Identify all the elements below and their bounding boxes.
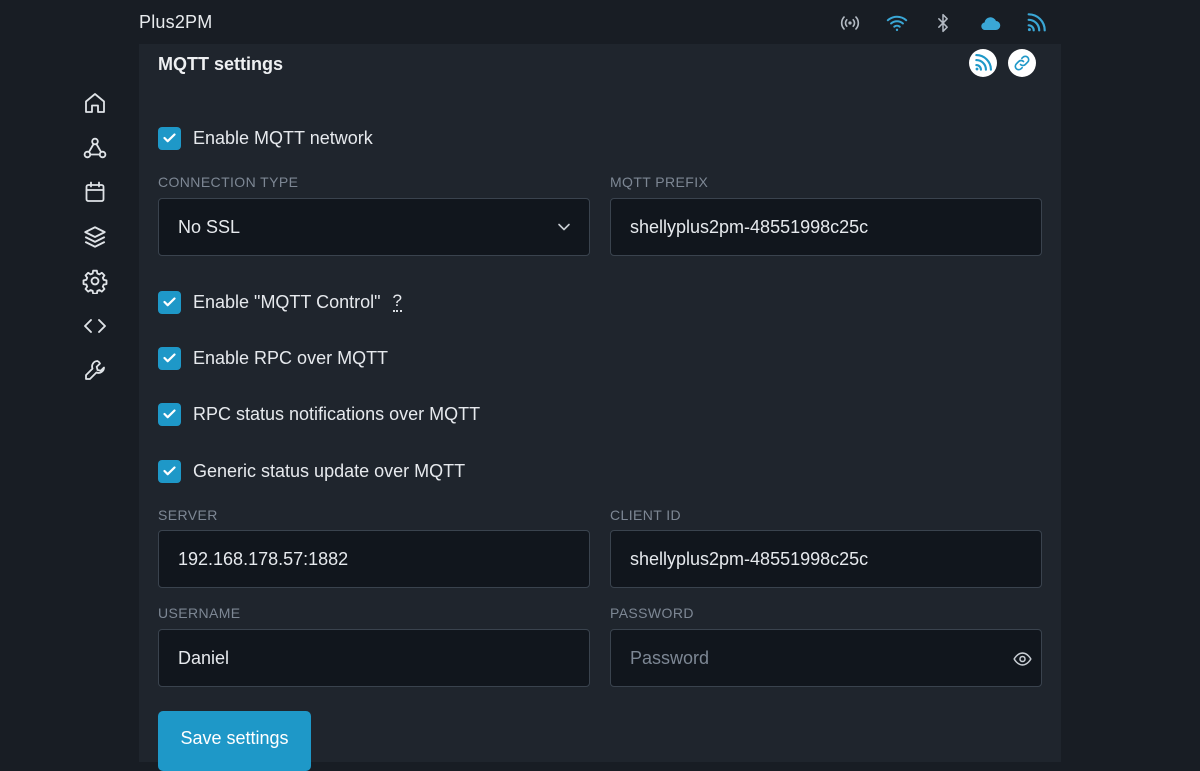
- gear-icon: [82, 269, 108, 294]
- enable-rpc-checkbox[interactable]: [158, 346, 181, 370]
- check-icon: [163, 353, 176, 363]
- sidebar-item-scenes[interactable]: [78, 220, 112, 254]
- bluetooth-icon[interactable]: [931, 11, 955, 35]
- rpc-notifications-row: RPC status notifications over MQTT: [158, 402, 480, 426]
- mqtt-rss-icon[interactable]: [1024, 11, 1048, 35]
- calendar-icon: [85, 181, 105, 202]
- enable-control-row: Enable "MQTT Control" ?: [158, 290, 402, 314]
- page-title: MQTT settings: [158, 54, 283, 74]
- connection-type-value: No SSL: [178, 216, 241, 237]
- enable-control-checkbox[interactable]: [158, 290, 181, 314]
- mqtt-control-help[interactable]: ?: [392, 292, 402, 312]
- enable-mqtt-label: Enable MQTT network: [193, 127, 373, 148]
- home-icon: [85, 93, 105, 113]
- cloud-icon[interactable]: [978, 11, 1002, 35]
- broadcast-icon[interactable]: [838, 11, 862, 35]
- server-label: SERVER: [158, 507, 218, 523]
- client-id-input[interactable]: [630, 548, 1041, 570]
- rpc-notifications-checkbox[interactable]: [158, 402, 181, 426]
- mqtt-prefix-field[interactable]: [610, 198, 1042, 256]
- check-icon: [163, 297, 176, 307]
- generic-status-row: Generic status update over MQTT: [158, 459, 465, 483]
- connection-type-label: CONNECTION TYPE: [158, 174, 299, 190]
- webhooks-icon: [83, 137, 107, 158]
- mqtt-rss-icon: [975, 54, 992, 71]
- sidebar-item-webhooks[interactable]: [78, 131, 112, 165]
- top-bar: Plus2PM: [0, 0, 1200, 44]
- mqtt-status-button[interactable]: [969, 49, 997, 77]
- docs-link-button[interactable]: [1008, 49, 1036, 77]
- rpc-notifications-label: RPC status notifications over MQTT: [193, 403, 481, 424]
- enable-control-label: Enable "MQTT Control": [193, 291, 381, 312]
- mqtt-settings-panel: MQTT settings Enable MQTT network CONNEC…: [139, 44, 1061, 771]
- code-icon: [84, 318, 106, 333]
- username-field[interactable]: [158, 629, 590, 687]
- sidebar-item-settings[interactable]: [78, 264, 112, 298]
- sidebar-item-tools[interactable]: [78, 353, 112, 387]
- server-field[interactable]: [158, 530, 590, 588]
- status-icons: [838, 11, 1048, 35]
- wifi-icon[interactable]: [885, 11, 909, 35]
- sidebar: [78, 86, 112, 398]
- enable-rpc-row: Enable RPC over MQTT: [158, 346, 388, 370]
- sidebar-item-schedules[interactable]: [78, 175, 112, 209]
- layers-icon: [84, 225, 106, 248]
- sidebar-item-scripts[interactable]: [78, 309, 112, 343]
- enable-rpc-label: Enable RPC over MQTT: [193, 347, 389, 368]
- password-label: PASSWORD: [610, 605, 694, 621]
- username-input[interactable]: [178, 647, 589, 669]
- enable-mqtt-checkbox[interactable]: [158, 126, 181, 150]
- password-field[interactable]: [610, 629, 1042, 687]
- app-title: Plus2PM: [139, 12, 213, 32]
- wrench-icon: [85, 360, 105, 380]
- chevron-down-icon: [558, 223, 570, 231]
- link-icon: [1014, 55, 1030, 71]
- save-settings-button[interactable]: Save settings: [158, 711, 311, 771]
- panel-actions: [969, 49, 1036, 77]
- eye-icon[interactable]: [1013, 651, 1032, 667]
- generic-status-label: Generic status update over MQTT: [193, 460, 466, 481]
- server-input[interactable]: [178, 548, 589, 570]
- mqtt-prefix-input[interactable]: [630, 216, 1041, 238]
- client-id-field[interactable]: [610, 530, 1042, 588]
- password-input[interactable]: [630, 647, 990, 669]
- check-icon: [163, 466, 176, 476]
- mqtt-prefix-label: MQTT PREFIX: [610, 174, 709, 190]
- check-icon: [163, 409, 176, 419]
- generic-status-checkbox[interactable]: [158, 459, 181, 483]
- username-label: USERNAME: [158, 605, 241, 621]
- sidebar-item-home[interactable]: [78, 86, 112, 120]
- connection-type-select[interactable]: No SSL: [158, 198, 590, 256]
- client-id-label: CLIENT ID: [610, 507, 682, 523]
- check-icon: [163, 133, 176, 143]
- enable-mqtt-row: Enable MQTT network: [158, 126, 373, 150]
